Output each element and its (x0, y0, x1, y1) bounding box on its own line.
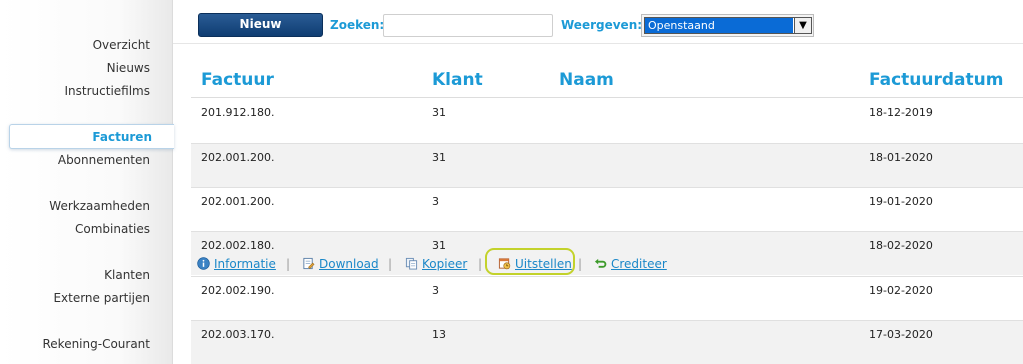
cell-klant: 3 (432, 195, 439, 208)
info-action-label: Informatie (214, 257, 276, 271)
sidebar-item-rekening-courant[interactable]: Rekening-Courant (42, 337, 150, 351)
action-separator: | (478, 257, 483, 271)
table-row[interactable]: 202.003.170. 13 17-03-2020 (191, 320, 1023, 364)
cell-klant: 13 (432, 328, 446, 341)
cell-factuur: 202.001.200. (201, 151, 275, 164)
cell-datum: 17-03-2020 (869, 328, 933, 341)
sidebar-item-nieuws[interactable]: Nieuws (107, 61, 150, 75)
toolbar-divider (173, 43, 1023, 44)
copy-icon (405, 257, 418, 270)
view-select[interactable]: Openstaand ▼ (641, 14, 814, 37)
sidebar-item-label: Facturen (92, 130, 152, 144)
view-select-box[interactable]: Openstaand ▼ (644, 17, 812, 34)
sidebar-item-instructiefilms[interactable]: Instructiefilms (65, 84, 151, 98)
chevron-down-icon[interactable]: ▼ (794, 18, 811, 33)
sidebar: Overzicht Nieuws Instructiefilms Facture… (0, 0, 174, 364)
new-button[interactable]: Nieuw (198, 13, 323, 37)
cell-factuur: 202.001.200. (201, 195, 275, 208)
action-separator: | (286, 257, 291, 271)
table-row[interactable]: 202.001.200. 3 19-01-2020 (191, 187, 1023, 231)
download-icon (303, 257, 315, 270)
download-action-label: Download (319, 257, 379, 271)
view-label: Weergeven: (561, 18, 643, 32)
column-header-naam[interactable]: Naam (559, 70, 614, 90)
cell-datum: 19-01-2020 (869, 195, 933, 208)
info-icon (197, 257, 210, 270)
column-header-factuur[interactable]: Factuur (201, 70, 274, 90)
cell-klant: 31 (432, 106, 446, 119)
cell-klant: 31 (432, 151, 446, 164)
cell-klant: 3 (432, 284, 439, 297)
table-row[interactable]: 202.001.200. 31 18-01-2020 (191, 143, 1023, 187)
cell-factuur: 201.912.180. (201, 106, 275, 119)
copy-action[interactable]: Kopieer (405, 257, 467, 271)
cell-factuur: 202.002.190. (201, 284, 275, 297)
cell-datum: 18-12-2019 (869, 106, 933, 119)
table-row-hovered[interactable]: 202.002.180. 31 18-02-2020 Informatie | … (191, 231, 1023, 275)
sidebar-item-combinaties[interactable]: Combinaties (75, 222, 150, 236)
search-input[interactable] (383, 14, 553, 37)
header-divider (191, 97, 1023, 98)
sidebar-item-werkzaamheden[interactable]: Werkzaamheden (49, 199, 150, 213)
view-select-value: Openstaand (645, 18, 793, 33)
sidebar-item-facturen[interactable]: Facturen (9, 124, 174, 149)
credit-action[interactable]: Crediteer (594, 257, 667, 271)
postpone-action[interactable]: Uitstellen (498, 257, 572, 271)
cell-datum: 18-02-2020 (869, 239, 933, 252)
cell-factuur: 202.003.170. (201, 328, 275, 341)
action-separator: | (578, 257, 583, 271)
cell-datum: 19-02-2020 (869, 284, 933, 297)
column-header-klant[interactable]: Klant (432, 70, 483, 90)
credit-action-label: Crediteer (611, 257, 667, 271)
info-action[interactable]: Informatie (197, 257, 276, 271)
sidebar-item-externe-partijen[interactable]: Externe partijen (53, 291, 150, 305)
search-label: Zoeken: (330, 18, 385, 32)
action-separator: | (388, 257, 393, 271)
sidebar-item-klanten[interactable]: Klanten (104, 268, 150, 282)
undo-arrow-icon (594, 258, 607, 268)
cell-datum: 18-01-2020 (869, 151, 933, 164)
sidebar-item-abonnementen[interactable]: Abonnementen (58, 153, 150, 167)
calendar-clock-icon (498, 258, 511, 270)
copy-action-label: Kopieer (422, 257, 468, 271)
column-header-factuurdatum[interactable]: Factuurdatum (869, 70, 1003, 90)
table-row[interactable]: 202.002.190. 3 19-02-2020 (191, 276, 1023, 320)
postpone-action-label: Uitstellen (515, 257, 572, 271)
sidebar-item-overzicht[interactable]: Overzicht (93, 38, 150, 52)
table-row[interactable]: 201.912.180. 31 18-12-2019 (191, 99, 1023, 143)
cell-factuur: 202.002.180. (201, 239, 275, 252)
download-action[interactable]: Download (302, 257, 379, 271)
cell-klant: 31 (432, 239, 446, 252)
